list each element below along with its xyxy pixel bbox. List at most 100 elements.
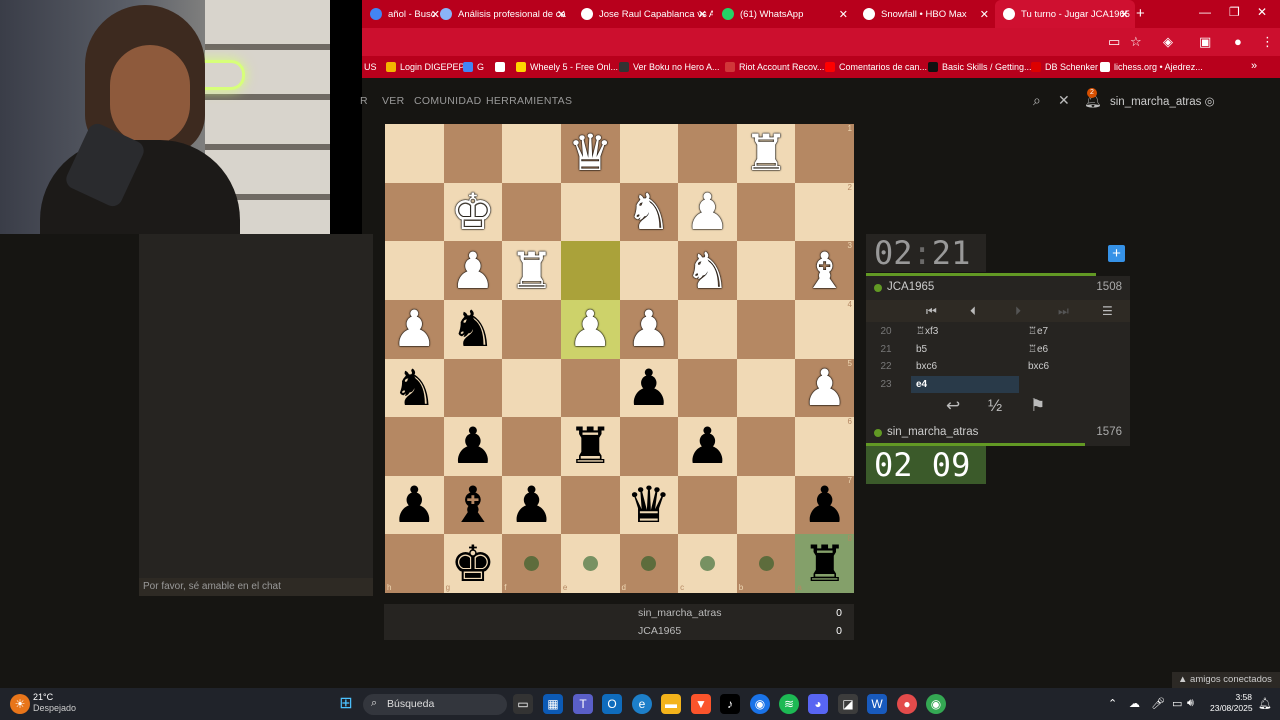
white-rook-icon[interactable]: ♜ — [744, 128, 789, 178]
store-icon[interactable]: ▦ — [543, 694, 563, 714]
board-square[interactable] — [385, 124, 444, 183]
tray-expand-icon[interactable]: ⌃ — [1108, 697, 1117, 710]
black-pawn-icon[interactable]: ♟ — [451, 421, 496, 471]
board-square[interactable] — [736, 241, 796, 300]
white-king-icon[interactable]: ♚ — [451, 187, 496, 237]
board-square[interactable]: 4 — [795, 299, 854, 359]
board-square[interactable] — [678, 358, 737, 418]
tab-close-icon[interactable]: ✕ — [557, 8, 566, 21]
board-square[interactable]: ♟ — [443, 417, 503, 476]
board-square[interactable]: ♟ 5 — [795, 358, 854, 418]
board-square[interactable]: ♞ — [443, 299, 503, 359]
black-pawn-icon[interactable]: ♟ — [685, 421, 730, 471]
board-square[interactable] — [502, 182, 561, 242]
board-square[interactable]: ♞ — [619, 182, 679, 242]
black-move[interactable]: ♖e7 — [1023, 323, 1131, 340]
white-pawn-icon[interactable]: ♟ — [626, 304, 671, 354]
legal-move-dot[interactable] — [699, 556, 715, 572]
board-square[interactable]: ♜ — [560, 417, 620, 476]
board-square[interactable] — [619, 417, 679, 476]
white-bishop-icon[interactable]: ♝ — [802, 246, 847, 296]
player-name[interactable]: sin_marcha_atras — [887, 426, 978, 438]
user-menu[interactable]: sin_marcha_atras ◎ — [1110, 94, 1215, 108]
board-square[interactable]: ♟ — [502, 475, 561, 535]
tab-close-icon[interactable]: ✕ — [839, 8, 848, 21]
board-square[interactable] — [443, 358, 503, 418]
last-move-icon[interactable]: ⏭ — [1058, 304, 1069, 319]
brave-icon[interactable]: ▼ — [691, 694, 711, 714]
board-square[interactable] — [560, 241, 620, 300]
bookmark-item[interactable]: US — [364, 56, 377, 78]
extensions-icon[interactable]: ◈ — [1163, 34, 1173, 50]
board-square[interactable]: 6 — [795, 417, 854, 476]
opponent-name[interactable]: JCA1965 — [887, 281, 934, 293]
resign-flag-icon[interactable]: ⚑ — [1030, 396, 1045, 416]
add-time-button[interactable]: + — [1108, 245, 1125, 262]
app-red-icon[interactable]: ● — [897, 694, 917, 714]
browser-tab[interactable]: Jose Raul Capablanca vs A ✕ — [573, 0, 713, 28]
board-square[interactable]: ♚ g — [443, 534, 503, 593]
menu-hamburger-icon[interactable]: ☰ — [1102, 304, 1113, 318]
white-queen-icon[interactable]: ♛ — [568, 128, 613, 178]
board-square[interactable]: ♟ 7 — [795, 475, 854, 535]
tab-close-icon[interactable]: ✕ — [1120, 8, 1129, 21]
bookmark-item[interactable]: Basic Skills / Getting... — [928, 56, 1032, 78]
white-move[interactable]: bxc6 — [911, 358, 1019, 375]
legal-move-dot[interactable] — [524, 556, 540, 572]
board-square[interactable]: ♞ — [678, 241, 737, 300]
white-pawn-icon[interactable]: ♟ — [568, 304, 613, 354]
white-move[interactable]: ♖xf3 — [911, 323, 1019, 340]
chrome-icon[interactable]: ◉ — [750, 694, 770, 714]
bookmark-item[interactable]: Comentarios de can... — [825, 56, 927, 78]
bookmark-item[interactable] — [495, 56, 509, 78]
bookmark-star-icon[interactable]: ☆ — [1130, 34, 1142, 50]
board-square[interactable]: ♟ — [619, 299, 679, 359]
close-window-icon[interactable]: ✕ — [1257, 5, 1267, 19]
black-knight-icon[interactable]: ♞ — [392, 363, 437, 413]
black-pawn-icon[interactable]: ♟ — [802, 480, 847, 530]
board-square[interactable] — [560, 182, 620, 242]
maximize-icon[interactable]: ❐ — [1229, 5, 1240, 19]
tiktok-icon[interactable]: ♪ — [720, 694, 740, 714]
white-rook-icon[interactable]: ♜ — [509, 246, 554, 296]
bookmark-item[interactable]: DB Schenker — [1031, 56, 1098, 78]
board-square[interactable] — [736, 475, 796, 535]
board-square[interactable]: ♟ — [619, 358, 679, 418]
spotify-icon[interactable]: ≋ — [779, 694, 799, 714]
black-rook-icon[interactable]: ♜ — [802, 539, 847, 589]
legal-move-dot[interactable] — [582, 556, 598, 572]
board-square[interactable] — [619, 241, 679, 300]
search-icon[interactable]: ⌕ — [1033, 92, 1041, 109]
black-bishop-icon[interactable]: ♝ — [451, 480, 496, 530]
taskbar-search[interactable]: ⌕ Búsqueda — [363, 694, 507, 715]
online-friends-button[interactable]: ▲ amigos conectados — [1172, 672, 1280, 688]
bookmark-item[interactable]: Riot Account Recov... — [725, 56, 824, 78]
first-move-icon[interactable]: ⏮ — [926, 304, 937, 319]
board-square[interactable] — [443, 124, 503, 183]
network-icon[interactable]: ▭ — [1172, 697, 1182, 710]
prev-move-icon[interactable]: ⏴ — [970, 304, 976, 319]
board-square[interactable]: ♟ — [678, 417, 737, 476]
board-square[interactable]: ♜ — [736, 124, 796, 183]
board-square[interactable] — [619, 124, 679, 183]
white-move[interactable]: b5 — [911, 341, 1019, 358]
board-square[interactable]: ♟ — [385, 299, 444, 359]
board-square[interactable] — [678, 475, 737, 535]
chrome-profile-icon[interactable]: ◉ — [926, 694, 946, 714]
nav-item[interactable]: HERRAMIENTAS — [486, 95, 572, 107]
board-square[interactable] — [678, 299, 737, 359]
white-pawn-icon[interactable]: ♟ — [451, 246, 496, 296]
white-pawn-icon[interactable]: ♟ — [392, 304, 437, 354]
board-square[interactable] — [560, 475, 620, 535]
board-square[interactable]: ♚ — [443, 182, 503, 242]
nav-item[interactable]: COMUNIDAD — [414, 95, 481, 107]
black-pawn-icon[interactable]: ♟ — [626, 363, 671, 413]
white-knight-icon[interactable]: ♞ — [626, 187, 671, 237]
board-square[interactable] — [502, 358, 561, 418]
bookmark-item[interactable]: Login DIGEPEP — [386, 56, 465, 78]
board-square[interactable]: e — [560, 534, 620, 593]
board-square[interactable] — [385, 241, 444, 300]
board-square[interactable] — [560, 358, 620, 418]
black-move[interactable]: ♖e6 — [1023, 341, 1131, 358]
bookmark-item[interactable]: Wheely 5 - Free Onl... — [516, 56, 618, 78]
